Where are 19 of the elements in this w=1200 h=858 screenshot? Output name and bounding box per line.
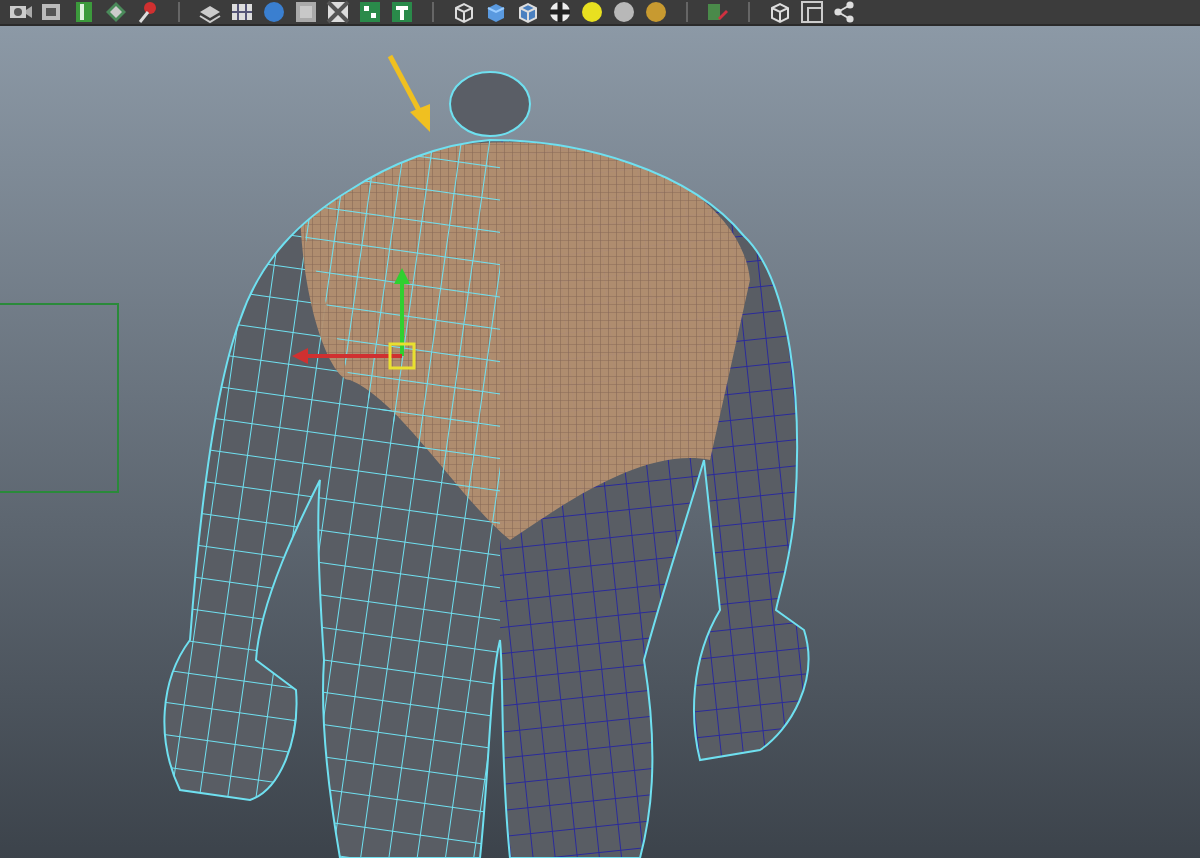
pen-icon[interactable]: [706, 0, 730, 24]
sphere-icon[interactable]: [612, 0, 636, 24]
sphere-icon[interactable]: [644, 0, 668, 24]
square-icon[interactable]: [294, 0, 318, 24]
panel-icon[interactable]: [72, 0, 96, 24]
frame-icon[interactable]: [800, 0, 824, 24]
sphere-icon[interactable]: [580, 0, 604, 24]
arrow-icon: [387, 54, 430, 132]
camera-icon[interactable]: [8, 0, 32, 24]
cube-icon[interactable]: [452, 0, 476, 24]
frame-icon[interactable]: [390, 0, 414, 24]
layers-icon[interactable]: [198, 0, 222, 24]
share-icon[interactable]: [832, 0, 856, 24]
move-manipulator-icon: [292, 268, 416, 370]
cube-icon[interactable]: [516, 0, 540, 24]
cube-icon[interactable]: [768, 0, 792, 24]
checker-ball-icon[interactable]: [548, 0, 572, 24]
diamond-icon[interactable]: [104, 0, 128, 24]
cube-icon[interactable]: [484, 0, 508, 24]
